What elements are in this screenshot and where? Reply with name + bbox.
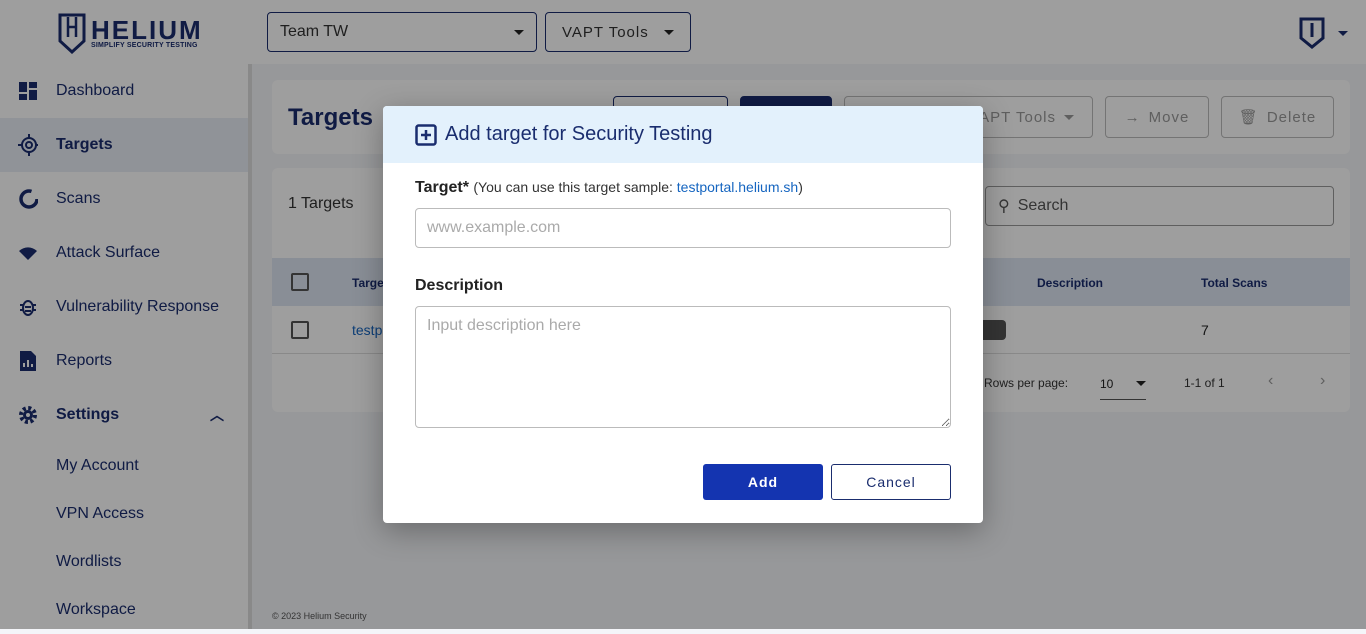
- hint-prefix: (You can use this target sample:: [473, 179, 677, 195]
- add-button[interactable]: Add: [703, 464, 823, 500]
- dialog-title: Add target for Security Testing: [445, 123, 713, 145]
- plus-square-icon: [415, 123, 437, 146]
- target-label: Target* (You can use this target sample:…: [415, 179, 803, 197]
- dialog-header: Add target for Security Testing: [383, 106, 983, 163]
- cancel-button[interactable]: Cancel: [831, 464, 951, 500]
- description-textarea[interactable]: [415, 306, 951, 428]
- sample-target-link[interactable]: testportal.helium.sh: [677, 179, 798, 195]
- target-label-text: Target*: [415, 179, 469, 196]
- description-label: Description: [415, 277, 504, 294]
- target-input[interactable]: [415, 208, 951, 248]
- hint-suffix: ): [798, 179, 803, 195]
- add-target-dialog: Add target for Security Testing Target* …: [383, 106, 983, 523]
